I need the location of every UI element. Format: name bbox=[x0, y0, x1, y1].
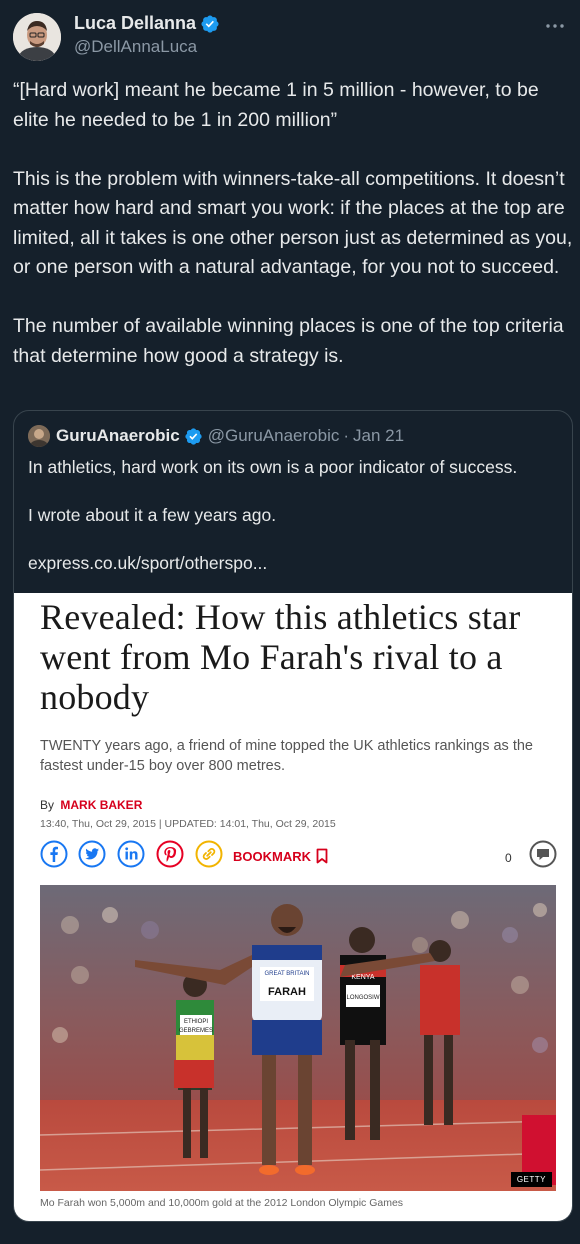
comment-icon bbox=[529, 840, 557, 868]
tweet-text: “[Hard work] meant he became 1 in 5 mill… bbox=[13, 76, 573, 371]
verified-badge-icon bbox=[185, 427, 202, 445]
bib-farah-name: FARAH bbox=[268, 986, 306, 998]
quoted-date[interactable]: Jan 21 bbox=[353, 426, 404, 446]
tweet-paragraph: The number of available winning places i… bbox=[13, 315, 564, 367]
tweet-paragraph: This is the problem with winners-take-al… bbox=[13, 167, 573, 279]
comment-count: 0 bbox=[505, 851, 512, 865]
article-byline: By MARK BAKER bbox=[40, 798, 142, 812]
share-row: BOOKMARK 0 bbox=[40, 840, 558, 872]
quoted-tweet[interactable]: GuruAnaerobic @GuruAnaerobic · Jan 21 In… bbox=[13, 410, 573, 1222]
twitter-icon bbox=[78, 840, 106, 868]
article-author: MARK BAKER bbox=[60, 798, 143, 812]
photo-caption: Mo Farah won 5,000m and 10,000m gold at … bbox=[40, 1197, 404, 1209]
bib-left-name: GEBREMES bbox=[179, 1028, 213, 1034]
author-handle[interactable]: @DellAnnaLuca bbox=[74, 37, 197, 57]
article-headline: Revealed: How this athletics star went f… bbox=[40, 597, 521, 717]
bib-farah-top: GREAT BRITAIN bbox=[264, 971, 309, 977]
facebook-icon bbox=[40, 840, 68, 868]
verified-badge-icon bbox=[201, 14, 219, 33]
quoted-avatar[interactable] bbox=[28, 425, 50, 447]
article-photo: ETHIOPI GEBREMES KENYA LONGOSIW GREAT BR… bbox=[40, 885, 556, 1191]
more-horizontal-icon[interactable] bbox=[543, 16, 567, 36]
link-icon bbox=[195, 840, 223, 868]
bib-right-name: LONGOSIW bbox=[346, 995, 379, 1001]
author-display-name[interactable]: Luca Dellanna bbox=[74, 13, 196, 34]
quoted-paragraph: In athletics, hard work on its own is a … bbox=[28, 457, 518, 477]
author-avatar[interactable] bbox=[13, 13, 61, 61]
photo-credit: GETTY bbox=[510, 1172, 552, 1187]
bookmark-label: BOOKMARK bbox=[233, 848, 311, 864]
linkedin-icon bbox=[117, 840, 145, 868]
tweet[interactable]: Luca Dellanna @DellAnnaLuca “[Hard work]… bbox=[0, 0, 580, 1244]
bib-left-top: ETHIOPI bbox=[184, 1019, 208, 1025]
quoted-handle[interactable]: @GuruAnaerobic bbox=[208, 426, 340, 446]
byline-prefix: By bbox=[40, 798, 55, 812]
separator-dot: · bbox=[343, 426, 350, 445]
bookmark-icon bbox=[316, 848, 328, 864]
bib-right-top: KENYA bbox=[351, 974, 375, 981]
article-standfirst: TWENTY years ago, a friend of mine toppe… bbox=[40, 738, 533, 774]
article-screenshot[interactable]: Revealed: How this athletics star went f… bbox=[14, 593, 572, 1221]
pinterest-icon bbox=[156, 840, 184, 868]
quoted-text: In athletics, hard work on its own is a … bbox=[28, 455, 558, 575]
quoted-paragraph: I wrote about it a few years ago. bbox=[28, 505, 277, 525]
quoted-link[interactable]: express.co.uk/sport/otherspo... bbox=[28, 551, 558, 575]
tweet-paragraph: “[Hard work] meant he became 1 in 5 mill… bbox=[13, 79, 539, 131]
bookmark-button: BOOKMARK bbox=[233, 848, 328, 864]
quoted-display-name[interactable]: GuruAnaerobic bbox=[56, 426, 180, 446]
article-dateline: 13:40, Thu, Oct 29, 2015 | UPDATED: 14:0… bbox=[40, 818, 336, 830]
